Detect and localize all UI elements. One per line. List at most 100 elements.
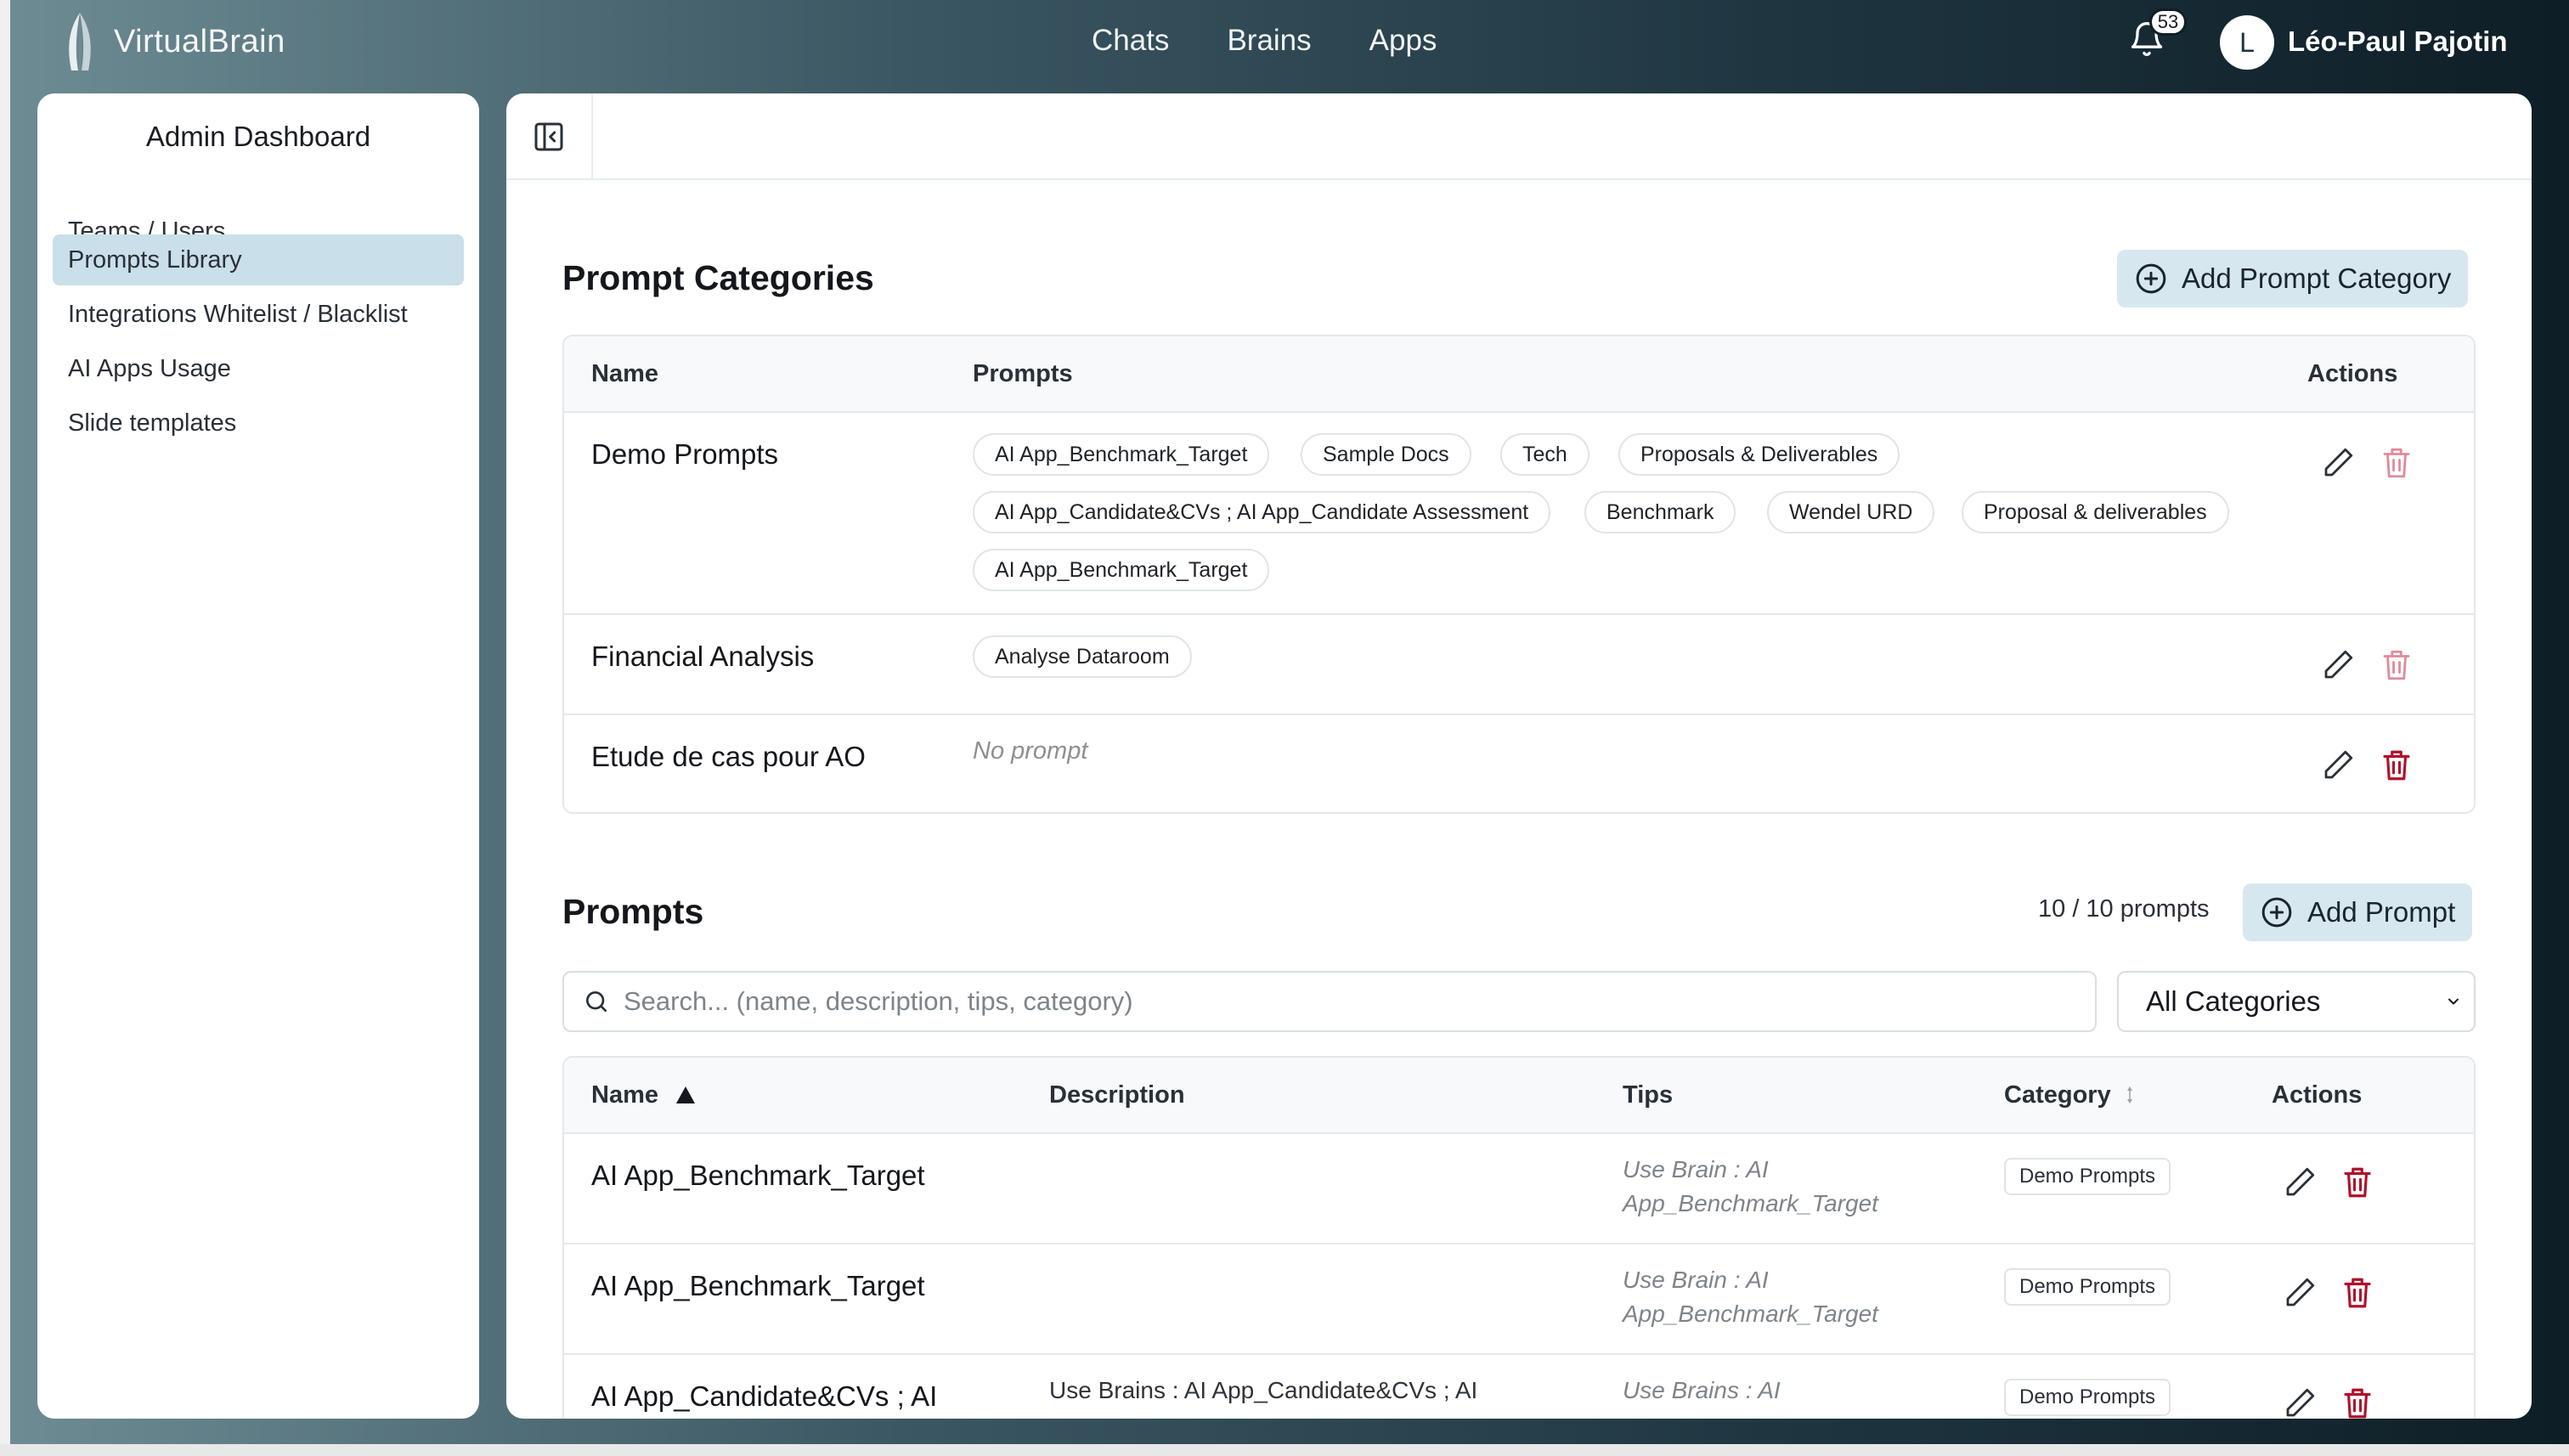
main-nav: Chats Brains Apps xyxy=(1092,24,1437,58)
prompts-table: Name Description Tips Category Actions A… xyxy=(562,1056,2476,1419)
trash-icon xyxy=(2383,448,2410,478)
admin-sidebar: Admin Dashboard Teams / Users Prompts Li… xyxy=(37,93,479,1419)
add-prompt-button[interactable]: Add Prompt xyxy=(2243,883,2473,941)
pencil-icon xyxy=(2286,1278,2315,1306)
collapse-sidebar-button[interactable] xyxy=(506,93,593,180)
edit-button[interactable] xyxy=(2280,1163,2319,1202)
add-prompt-category-button[interactable]: Add Prompt Category xyxy=(2117,250,2469,308)
add-prompt-label: Add Prompt xyxy=(2307,896,2456,928)
prompt-chip[interactable]: Benchmark xyxy=(1584,491,1736,533)
add-prompt-category-label: Add Prompt Category xyxy=(2182,262,2452,294)
column-header-prompts: Prompts xyxy=(973,360,1073,387)
trash-icon xyxy=(2344,1167,2371,1198)
prompt-chip[interactable]: Tech xyxy=(1500,433,1589,476)
sidebar-item-integrations[interactable]: Integrations Whitelist / Blacklist xyxy=(53,289,464,340)
prompt-chip[interactable]: AI App_Candidate&CVs ; AI App_Candidate … xyxy=(973,491,1551,533)
category-chip: Demo Prompts xyxy=(2004,1268,2171,1306)
trash-icon xyxy=(2383,750,2410,781)
notification-count-badge: 53 xyxy=(2149,8,2187,36)
sort-icon[interactable] xyxy=(2125,1083,2135,1107)
prompt-chip[interactable]: Proposal & deliverables xyxy=(1962,491,2229,533)
prompt-name: AI App_Candidate&CVs ; AI xyxy=(591,1380,938,1412)
prompt-chip[interactable]: AI App_Benchmark_Target xyxy=(973,549,1270,591)
pencil-icon xyxy=(2286,1167,2315,1196)
delete-button[interactable] xyxy=(2338,1384,2377,1419)
column-header-category[interactable]: Category xyxy=(2004,1081,2111,1109)
avatar[interactable]: L xyxy=(2220,15,2274,70)
prompt-name: AI App_Benchmark_Target xyxy=(591,1160,925,1191)
category-chip: Demo Prompts xyxy=(2004,1158,2171,1195)
table-row: Etude de cas pour AO No prompt xyxy=(564,715,2474,812)
search-field[interactable] xyxy=(562,971,2097,1032)
prompts-table-header: Name Description Tips Category Actions xyxy=(564,1058,2474,1134)
edit-button[interactable] xyxy=(2318,443,2357,483)
prompts-title: Prompts xyxy=(562,892,704,931)
sidebar-item-slide-templates[interactable]: Slide templates xyxy=(53,398,464,449)
column-header-name: Name xyxy=(591,360,658,387)
sort-asc-icon[interactable] xyxy=(675,1085,697,1105)
table-row: AI App_Benchmark_Target Use Brain : AI A… xyxy=(564,1134,2474,1244)
table-row: AI App_Candidate&CVs ; AI Use Brains : A… xyxy=(564,1355,2474,1419)
nav-chats[interactable]: Chats xyxy=(1092,24,1169,58)
sidebar-collapse-icon xyxy=(534,122,563,151)
delete-button[interactable] xyxy=(2338,1163,2377,1202)
prompt-chip[interactable]: AI App_Benchmark_Target xyxy=(973,433,1270,476)
sidebar-title: Admin Dashboard xyxy=(145,121,371,152)
prompt-tips-line1: Use Brain : AI xyxy=(1623,1267,1769,1293)
prompt-tips-line2: App_Benchmark_Target xyxy=(1623,1190,1878,1216)
category-name: Etude de cas pour AO xyxy=(591,741,866,772)
window-frame-left xyxy=(0,0,10,1456)
category-filter-select[interactable]: All Categories xyxy=(2117,971,2476,1032)
table-row: AI App_Benchmark_Target Use Brain : AI A… xyxy=(564,1244,2474,1355)
prompts-count: 10 / 10 prompts xyxy=(2038,895,2210,923)
category-chip: Demo Prompts xyxy=(2004,1379,2171,1416)
prompt-chip[interactable]: Analyse Dataroom xyxy=(973,635,1192,678)
table-row: Financial Analysis Analyse Dataroom xyxy=(564,615,2474,715)
categories-table: Name Prompts Actions Demo Prompts AI App… xyxy=(562,335,2476,814)
prompt-tips-line2: App_Benchmark_Target xyxy=(1623,1301,1878,1327)
logo-icon xyxy=(69,13,91,71)
edit-button[interactable] xyxy=(2280,1273,2319,1312)
prompt-chip[interactable]: Wendel URD xyxy=(1767,491,1935,533)
search-icon xyxy=(586,991,607,1012)
delete-button-disabled[interactable] xyxy=(2377,443,2416,483)
plus-circle-icon xyxy=(2136,263,2166,294)
plus-circle-icon xyxy=(2261,897,2292,928)
sidebar-item-prompts-library[interactable]: Prompts Library xyxy=(53,234,464,285)
window-frame-bottom xyxy=(0,1444,2569,1456)
edit-button[interactable] xyxy=(2318,746,2357,785)
prompt-chip[interactable]: Sample Docs xyxy=(1301,433,1471,476)
category-filter-value: All Categories xyxy=(2146,985,2321,1017)
nav-apps[interactable]: Apps xyxy=(1369,24,1437,58)
main-header xyxy=(506,93,2532,180)
main-panel: Prompt Categories Add Prompt Category Na… xyxy=(506,93,2532,1419)
column-header-name[interactable]: Name xyxy=(591,1081,658,1109)
prompt-tips-line1: Use Brains : AI xyxy=(1623,1377,1781,1403)
user-name[interactable]: Léo-Paul Pajotin xyxy=(2288,25,2508,58)
delete-button[interactable] xyxy=(2338,1273,2377,1312)
search-input[interactable] xyxy=(624,986,2068,1017)
trash-icon xyxy=(2344,1278,2371,1308)
prompt-chip[interactable]: Proposals & Deliverables xyxy=(1618,433,1900,476)
edit-button[interactable] xyxy=(2318,646,2357,685)
delete-button-disabled[interactable] xyxy=(2377,646,2416,685)
pencil-icon xyxy=(2324,448,2353,477)
nav-brains[interactable]: Brains xyxy=(1227,24,1311,58)
prompt-description: Use Brains : AI App_Candidate&CVs ; AI xyxy=(1049,1377,1478,1403)
prompt-name: AI App_Benchmark_Target xyxy=(591,1270,925,1301)
logo[interactable]: VirtualBrain xyxy=(56,8,285,75)
trash-icon xyxy=(2383,650,2410,680)
column-header-tips: Tips xyxy=(1623,1081,1674,1109)
pencil-icon xyxy=(2324,650,2353,679)
edit-button[interactable] xyxy=(2280,1384,2319,1419)
trash-icon xyxy=(2344,1388,2371,1419)
table-row: Demo Prompts AI App_Benchmark_Target Sam… xyxy=(564,413,2474,615)
chevron-down-icon xyxy=(2448,998,2459,1005)
column-header-description: Description xyxy=(1049,1081,1185,1109)
column-header-actions: Actions xyxy=(2307,360,2398,387)
sidebar-item-ai-apps-usage[interactable]: AI Apps Usage xyxy=(53,343,464,394)
pencil-icon xyxy=(2324,750,2353,779)
delete-button[interactable] xyxy=(2377,746,2416,785)
categories-table-header: Name Prompts Actions xyxy=(564,336,2474,413)
pencil-icon xyxy=(2286,1388,2315,1417)
